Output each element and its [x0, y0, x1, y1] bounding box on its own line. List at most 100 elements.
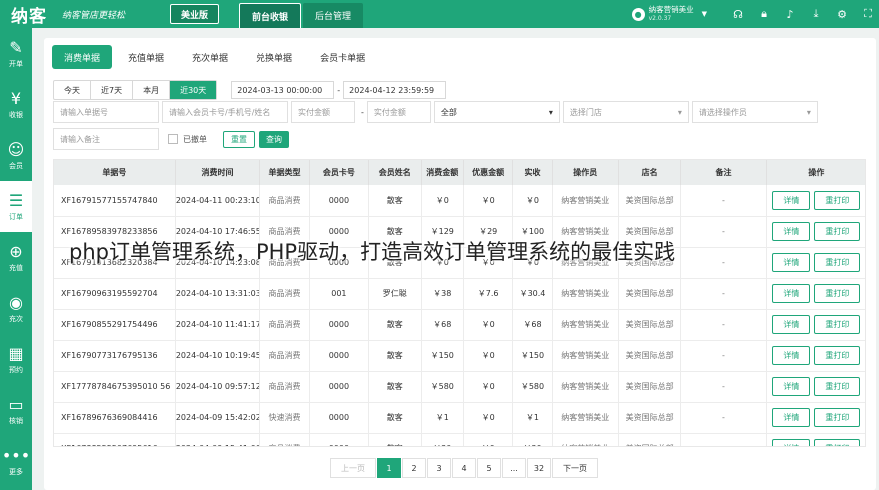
range-today-button[interactable]: 今天 [54, 81, 91, 99]
detail-button[interactable]: 详情 [772, 190, 811, 210]
page-button[interactable]: 5 [477, 458, 501, 478]
table-cell: 0000 [309, 433, 369, 446]
page-button[interactable]: 4 [452, 458, 476, 478]
table-cell: - [680, 247, 767, 279]
lock-icon[interactable]: 🔒︎ [753, 4, 775, 24]
column-header: 操作员 [552, 160, 619, 185]
table-cell: 美资国际总部 [618, 433, 682, 446]
detail-button[interactable]: 详情 [772, 439, 811, 446]
table-cell: 0000 [309, 309, 369, 341]
table-cell: ￥580 [512, 371, 553, 403]
reprint-button[interactable]: 重打印 [814, 253, 861, 272]
end-date-input[interactable]: 2024-04-12 23:59:59 [343, 81, 447, 99]
tab-recharge-orders[interactable]: 充值单据 [116, 45, 176, 69]
start-date-input[interactable]: 2024-03-13 00:00:00 [231, 81, 335, 99]
store-select[interactable]: 选择门店 ▾ [562, 101, 689, 123]
column-header: 消费金额 [421, 160, 464, 185]
table-cell: 0000 [309, 402, 369, 434]
nav-tab-backend[interactable]: 后台管理 [303, 3, 364, 28]
calendar-icon: ▦ [8, 343, 24, 363]
sidebar-item-member[interactable]: ☺ 会员 [0, 130, 32, 181]
reprint-button[interactable]: 重打印 [814, 439, 861, 446]
sidebar-item-verify[interactable]: ▭ 核销 [0, 385, 32, 436]
table-cell: - [680, 433, 767, 446]
prev-page-button[interactable]: 上一页 [330, 458, 376, 478]
nav-tab-frontdesk[interactable]: 前台收银 [239, 3, 302, 28]
table-cell: - [680, 278, 767, 310]
amount-max-input[interactable]: 实付金额 [366, 101, 431, 123]
table-row: XF16790855291754496 2024-04-10 11:41:17 商品… [54, 309, 865, 341]
member-search-input[interactable]: 请输入会员卡号/手机号/姓名 [162, 101, 288, 123]
table-cell-actions: 详情重打印 [766, 216, 865, 248]
table-cell: - [680, 371, 767, 403]
tab-exchange-orders[interactable]: 兑换单据 [244, 45, 304, 69]
cancelled-checkbox[interactable]: 已撤单 [168, 134, 207, 145]
table-cell: - [680, 216, 767, 248]
recharge-icon: ⊕ [9, 241, 23, 261]
edition-button[interactable]: 美业版 [170, 4, 220, 24]
headset-icon[interactable]: ☊ [727, 4, 749, 24]
detail-button[interactable]: 详情 [772, 253, 811, 272]
table-cell: 商品消费 [259, 185, 310, 217]
more-icon: ••• [1, 445, 31, 465]
remark-input[interactable]: 请输入备注 [53, 128, 159, 150]
reprint-button[interactable]: 重打印 [814, 346, 861, 365]
user-avatar-icon: ● [631, 7, 645, 21]
user-menu[interactable]: ● 纳客营销美业 v2.0.37 ▼ [631, 5, 707, 23]
sidebar-item-times[interactable]: ◉ 充次 [0, 283, 32, 334]
sidebar-item-cashier[interactable]: ¥ 收银 [0, 79, 32, 130]
reprint-button[interactable]: 重打印 [814, 408, 861, 427]
table-cell: ￥30 [512, 433, 553, 446]
reprint-button[interactable]: 重打印 [814, 190, 861, 210]
settings-icon[interactable]: ⚙ [831, 4, 853, 24]
date-filter-row: 今天 近7天 本月 近30天 2024-03-13 00:00:00 - 202… [53, 80, 447, 100]
page-button[interactable]: 2 [402, 458, 426, 478]
download-icon[interactable]: ⤓ [805, 4, 827, 24]
page-button[interactable]: 3 [427, 458, 451, 478]
sidebar-item-orders[interactable]: ☰ 订单 [0, 181, 32, 232]
page-button[interactable]: 1 [377, 458, 401, 478]
table-cell: 纳客营销美业 [552, 433, 619, 446]
table-cell-actions: 详情重打印 [766, 247, 865, 279]
detail-button[interactable]: 详情 [772, 315, 811, 334]
operator-select[interactable]: 请选择操作员 ▾ [691, 101, 818, 123]
fullscreen-icon[interactable]: ⛶ [857, 4, 879, 24]
detail-button[interactable]: 详情 [772, 408, 811, 427]
tab-times-orders[interactable]: 充次单据 [180, 45, 240, 69]
next-page-button[interactable]: 下一页 [552, 458, 598, 478]
reprint-button[interactable]: 重打印 [814, 377, 861, 396]
sidebar-item-booking[interactable]: ▦ 预约 [0, 334, 32, 385]
range-month-button[interactable]: 本月 [133, 81, 171, 99]
tab-consume-orders[interactable]: 消费单据 [52, 45, 113, 69]
query-button[interactable]: 查询 [259, 130, 289, 148]
detail-button[interactable]: 详情 [772, 377, 811, 396]
detail-button[interactable]: 详情 [772, 222, 811, 241]
tab-card-orders[interactable]: 会员卡单据 [308, 45, 377, 69]
page-button[interactable]: 32 [527, 458, 551, 478]
reprint-button[interactable]: 重打印 [814, 222, 861, 241]
range-30days-button[interactable]: 近30天 [170, 81, 217, 99]
table-cell: 散客 [368, 371, 422, 403]
table-cell: - [680, 309, 767, 341]
page-ellipsis: ... [502, 458, 526, 478]
table-cell: - [680, 185, 767, 217]
sidebar-item-more[interactable]: ••• 更多 [0, 436, 32, 487]
checkbox-box[interactable] [168, 134, 178, 144]
detail-button[interactable]: 详情 [772, 346, 811, 365]
amount-min-input[interactable]: 实付金额 [291, 101, 355, 123]
reprint-button[interactable]: 重打印 [814, 284, 861, 303]
order-number-input[interactable]: 请输入单据号 [53, 101, 159, 123]
bell-icon[interactable]: ♪ [779, 4, 801, 24]
reprint-button[interactable]: 重打印 [814, 315, 861, 334]
chevron-down-icon: ▾ [677, 107, 682, 117]
reset-button[interactable]: 重置 [223, 130, 255, 148]
detail-button[interactable]: 详情 [772, 284, 811, 303]
order-type-select[interactable]: 全部 ▾ [433, 101, 560, 123]
sidebar-item-billing[interactable]: ✎ 开单 [0, 28, 32, 79]
range-7days-button[interactable]: 近7天 [91, 81, 134, 99]
table-cell: 2024-04-09 15:41:00 [175, 433, 261, 446]
table-cell: ￥68 [512, 309, 553, 341]
sidebar-item-recharge[interactable]: ⊕ 充值 [0, 232, 32, 283]
table-cell: ￥68 [421, 309, 464, 341]
table-cell: ￥0 [463, 433, 514, 446]
